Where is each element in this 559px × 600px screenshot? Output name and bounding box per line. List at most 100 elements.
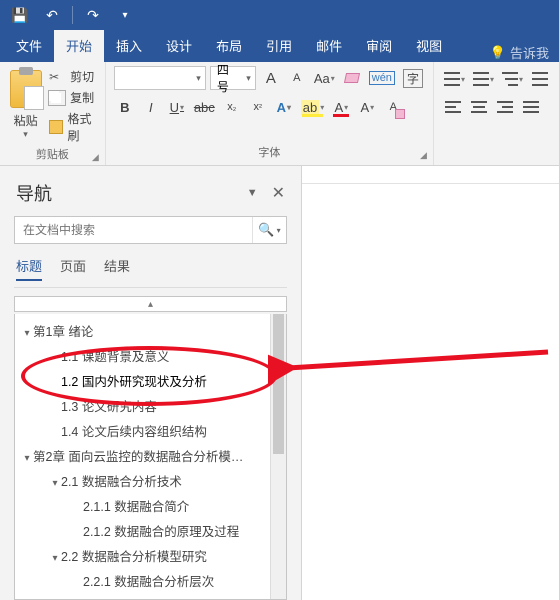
- scrollbar-thumb[interactable]: [273, 314, 284, 454]
- cut-button[interactable]: ✂剪切: [49, 68, 97, 85]
- tree-node[interactable]: 2.2.2 面向云监控的数据特点: [15, 593, 286, 600]
- highlight-button[interactable]: ab▾: [299, 96, 326, 118]
- tab-view[interactable]: 视图: [404, 30, 454, 62]
- tree-twisty-icon[interactable]: ▾: [49, 553, 61, 564]
- quick-access-toolbar: 💾 ↶ ↷ ▾: [0, 0, 559, 30]
- font-launcher-icon[interactable]: ◢: [420, 150, 427, 161]
- italic-button[interactable]: I: [140, 96, 162, 118]
- font-family-select[interactable]: ▾: [114, 66, 206, 90]
- tree-node-label: 1.3 论文研究内容: [61, 400, 157, 414]
- tab-insert[interactable]: 插入: [104, 30, 154, 62]
- tree-node-label: 第2章 面向云监控的数据融合分析模…: [33, 450, 243, 464]
- align-right-button[interactable]: [494, 96, 516, 118]
- tree-node[interactable]: 1.2 国内外研究现状及分析: [15, 368, 286, 393]
- tree-node[interactable]: 1.3 论文研究内容: [15, 393, 286, 418]
- paste-button[interactable]: 粘贴 ▾: [8, 66, 43, 140]
- tab-home[interactable]: 开始: [54, 30, 104, 62]
- tree-node[interactable]: ▾第2章 面向云监控的数据融合分析模…: [15, 443, 286, 468]
- nav-tab-results[interactable]: 结果: [104, 256, 130, 281]
- tree-node[interactable]: 2.1.2 数据融合的原理及过程: [15, 518, 286, 543]
- cut-label: 剪切: [70, 68, 94, 85]
- nav-title: 导航: [16, 180, 52, 206]
- superscript-button[interactable]: x: [247, 96, 269, 118]
- align-left-button[interactable]: [442, 96, 464, 118]
- bullets-button[interactable]: ▾: [442, 68, 467, 90]
- document-area[interactable]: [302, 166, 559, 600]
- justify-button[interactable]: [520, 96, 542, 118]
- paste-dropdown-icon[interactable]: ▾: [23, 129, 28, 140]
- paste-label: 粘贴: [14, 112, 38, 129]
- nav-close-button[interactable]: ✕: [272, 183, 285, 203]
- copy-button[interactable]: 复制: [49, 89, 97, 106]
- redo-button[interactable]: ↷: [79, 3, 107, 27]
- font-color-button[interactable]: A▾: [330, 96, 352, 118]
- text-effects-button[interactable]: A▾: [273, 96, 295, 118]
- group-font-label: 字体◢: [114, 142, 425, 163]
- group-font: ▾ 四号▾ A A Aa▾ wén 字 B I U▾ abc x x A▾ ab…: [106, 62, 434, 165]
- highlight-color-bar: [302, 114, 323, 117]
- tree-scroll-up[interactable]: ▴: [14, 296, 287, 312]
- save-button[interactable]: 💾: [6, 3, 34, 27]
- bold-button[interactable]: B: [114, 96, 136, 118]
- shrink-font-button[interactable]: A: [286, 67, 308, 89]
- nav-tab-headings[interactable]: 标题: [16, 256, 42, 281]
- tree-node[interactable]: ▾第1章 绪论: [15, 318, 286, 343]
- tree-twisty-icon[interactable]: ▾: [21, 453, 33, 464]
- align-center-icon: [471, 101, 487, 113]
- subscript-button[interactable]: x: [221, 96, 243, 118]
- nav-tab-pages[interactable]: 页面: [60, 256, 86, 281]
- tab-references[interactable]: 引用: [254, 30, 304, 62]
- tree-twisty-icon[interactable]: ▾: [49, 478, 61, 489]
- tab-mail[interactable]: 邮件: [304, 30, 354, 62]
- char-shading-button[interactable]: A▾: [356, 96, 378, 118]
- tab-layout[interactable]: 布局: [204, 30, 254, 62]
- underline-button[interactable]: U▾: [166, 96, 188, 118]
- multilevel-button[interactable]: ▾: [500, 68, 525, 90]
- decrease-indent-button[interactable]: [529, 68, 551, 90]
- tree-node[interactable]: ▾2.2 数据融合分析模型研究: [15, 543, 286, 568]
- tree-node-label: 1.4 论文后续内容组织结构: [61, 425, 207, 439]
- tree-node[interactable]: 1.1 课题背景及意义: [15, 343, 286, 368]
- phonetic-guide-button[interactable]: wén: [367, 67, 397, 89]
- tree-twisty-icon[interactable]: ▾: [21, 328, 33, 339]
- align-center-button[interactable]: [468, 96, 490, 118]
- bullets-icon: [444, 72, 460, 86]
- tree-node-label: 第1章 绪论: [33, 325, 93, 339]
- char-border-button[interactable]: 字: [401, 67, 425, 89]
- tree-node[interactable]: ▾2.1 数据融合分析技术: [15, 468, 286, 493]
- qat-separator: [72, 6, 73, 24]
- tree-node-label: 1.2 国内外研究现状及分析: [61, 375, 207, 389]
- undo-button[interactable]: ↶: [38, 3, 66, 27]
- clipboard-launcher-icon[interactable]: ◢: [92, 152, 99, 163]
- tree-node[interactable]: 1.4 论文后续内容组织结构: [15, 418, 286, 443]
- workspace: 导航 ▼ ✕ 🔍▾ 标题 页面 结果 ▴ ▾第1章 绪论1.1 课题背景及意义1…: [0, 166, 559, 600]
- tree-node[interactable]: 2.2.1 数据融合分析层次: [15, 568, 286, 593]
- eraser-icon: [344, 73, 360, 83]
- strikethrough-button[interactable]: abc: [192, 96, 217, 118]
- enclose-chars-button[interactable]: A: [382, 96, 404, 118]
- tab-review[interactable]: 审阅: [354, 30, 404, 62]
- clear-formatting-button[interactable]: [341, 67, 363, 89]
- tell-me[interactable]: 💡 告诉我: [480, 43, 559, 62]
- nav-search-button[interactable]: 🔍▾: [252, 217, 286, 243]
- tab-design[interactable]: 设计: [154, 30, 204, 62]
- tree-scrollbar[interactable]: [270, 314, 286, 599]
- qat-customize[interactable]: ▾: [111, 3, 139, 27]
- chevron-down-icon: ▾: [246, 73, 251, 84]
- tree-node[interactable]: 2.1.1 数据融合简介: [15, 493, 286, 518]
- numbering-button[interactable]: ▾: [471, 68, 496, 90]
- navigation-panel: 导航 ▼ ✕ 🔍▾ 标题 页面 结果 ▴ ▾第1章 绪论1.1 课题背景及意义1…: [0, 166, 302, 600]
- tree-node-label: 2.2.1 数据融合分析层次: [83, 575, 214, 589]
- align-left-icon: [445, 101, 461, 113]
- tree-node-label: 2.1.2 数据融合的原理及过程: [83, 525, 239, 539]
- tree-node-label: 2.1 数据融合分析技术: [61, 475, 182, 489]
- change-case-button[interactable]: Aa▾: [312, 67, 337, 89]
- font-size-value: 四号: [217, 61, 237, 95]
- nav-dropdown[interactable]: ▼: [247, 187, 258, 199]
- grow-font-button[interactable]: A: [260, 67, 282, 89]
- format-painter-button[interactable]: 格式刷: [49, 110, 97, 144]
- numbering-icon: [473, 72, 489, 86]
- nav-search-input[interactable]: [15, 217, 252, 243]
- tab-file[interactable]: 文件: [4, 30, 54, 62]
- font-size-select[interactable]: 四号▾: [210, 66, 256, 90]
